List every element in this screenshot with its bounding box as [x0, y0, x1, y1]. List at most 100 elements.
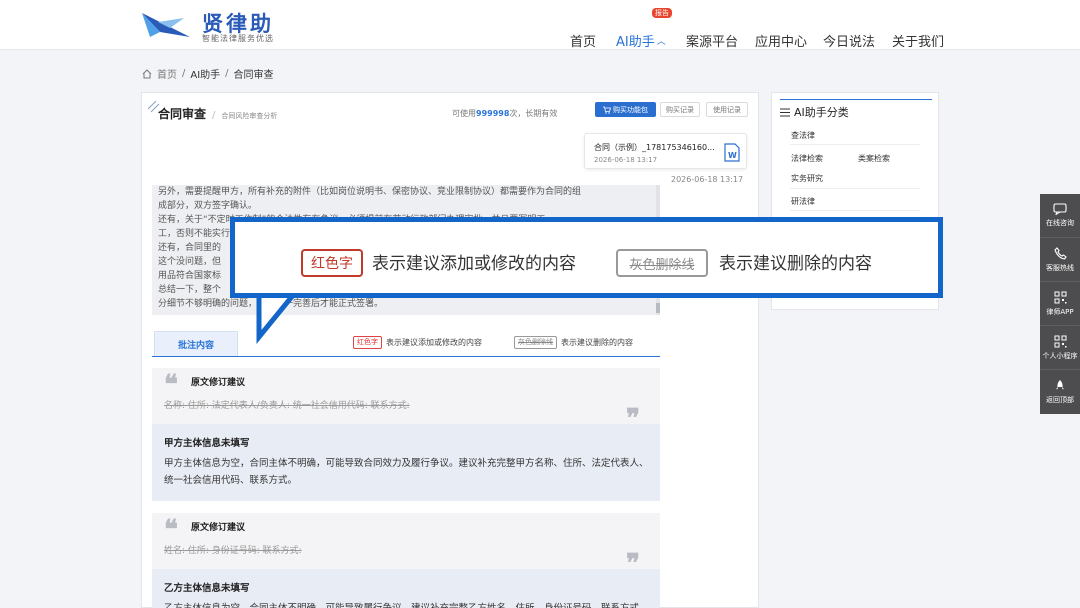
side-item-study-law[interactable]: 研法律	[791, 196, 815, 207]
breadcrumb: 首页 / AI助手 / 合同审查	[142, 66, 274, 81]
deleted-text: 名称: 住所: 法定代表人/负责人: 统一社会信用代码: 联系方式:	[164, 401, 410, 411]
nav-app-center[interactable]: 应用中心	[755, 15, 807, 65]
page-subtitle: 合同风险审查分析	[221, 112, 278, 120]
float-label: 客服热线	[1046, 263, 1074, 272]
nav-ai-assistant-label: AI助手	[616, 34, 655, 50]
home-icon	[142, 68, 152, 78]
purchase-record-button[interactable]: 购买记录	[660, 102, 700, 117]
callout-gray-tag: 灰色删除线	[616, 249, 708, 277]
legend-callout: 红色字 表示建议添加或修改的内容 灰色删除线 表示建议删除的内容	[230, 217, 943, 298]
svg-text:W: W	[728, 151, 737, 160]
file-date: 2026-06-18 13:17	[594, 156, 658, 164]
float-label: 律师APP	[1046, 307, 1074, 316]
phone-icon	[1053, 246, 1067, 260]
nav-ai-assistant[interactable]: AI助手 ︿	[616, 15, 666, 65]
float-label: 返回顶部	[1046, 396, 1074, 404]
nav-about[interactable]: 关于我们	[892, 15, 944, 65]
breadcrumb-ai[interactable]: AI助手	[190, 66, 220, 81]
message-timestamp: 2026-06-18 13:17	[671, 175, 744, 184]
float-hotline[interactable]: 客服热线	[1040, 238, 1080, 282]
cart-icon	[603, 106, 611, 114]
legend-red: 红色字 表示建议添加或修改的内容	[353, 336, 482, 349]
avail-prefix: 可使用	[452, 109, 476, 118]
panel-title-row: 合同审查 / 合同风险审查分析	[158, 105, 277, 122]
usage-record-button[interactable]: 使用记录	[706, 102, 748, 117]
float-mini-program[interactable]: 个人小程序	[1040, 326, 1080, 370]
side-item-practice[interactable]: 实务研究	[791, 173, 823, 184]
legend-gray-tag: 灰色删除线	[514, 336, 557, 349]
right-float-bar: 在线咨询 客服热线 律师APP 个人小程序 返回顶部	[1040, 194, 1080, 414]
float-lawyer-app[interactable]: 律师APP	[1040, 282, 1080, 326]
top-header: 贤律助 智能法律服务优选 首页 AI助手 ︿ 报告 案源平台 应用中心 今日说法 …	[0, 0, 1080, 50]
qr-icon	[1054, 291, 1066, 303]
uploaded-file-card[interactable]: 合同（示例）_178175346160... 2026-06-18 13:17 …	[584, 133, 747, 169]
qr-icon	[1054, 335, 1066, 347]
analysis-line: 另外，需要提醒甲方，所有补充的附件（比如岗位说明书、保密协议、竞业限制协议）都需…	[158, 187, 582, 197]
issue-body: 甲方主体信息为空，合同主体不明确，可能导致合同效力及履行争议。建议补充完整甲方名…	[164, 458, 649, 486]
avail-suffix: 次，长期有效	[509, 109, 558, 118]
divider	[790, 188, 920, 189]
logo-mark-icon	[142, 13, 190, 37]
issue-title: 乙方主体信息未填写	[164, 583, 250, 594]
analysis-line: 分细节不够明确的问题，需要逐一完善后才能正式签署。	[158, 297, 654, 311]
divider	[790, 210, 920, 211]
word-file-icon: W	[724, 143, 740, 162]
float-label: 在线咨询	[1046, 219, 1074, 227]
float-back-to-top[interactable]: 返回顶部	[1040, 370, 1080, 414]
brand-logo[interactable]: 贤律助 智能法律服务优选	[140, 6, 310, 44]
issue-body: 乙方主体信息为空，合同主体不明确，可能导致履行争议。建议补充完整乙方姓名、住所、…	[164, 600, 652, 608]
chevron-up-icon: ︿	[656, 36, 666, 47]
tab-annotations[interactable]: 批注内容	[154, 331, 238, 356]
open-quote-icon: ❝	[164, 515, 178, 545]
brand-slogan: 智能法律服务优选	[202, 34, 274, 43]
callout-gray-text: 表示建议删除的内容	[719, 254, 872, 274]
breadcrumb-current: 合同审查	[233, 70, 274, 81]
analysis-line: 成部分，双方签字确认。	[158, 201, 258, 211]
side-item-law-search[interactable]: 法律检索	[791, 153, 823, 164]
side-item-lookup-law[interactable]: 查法律	[791, 130, 815, 141]
float-label: 个人小程序	[1042, 351, 1078, 360]
chat-icon	[1053, 203, 1067, 215]
nav-home[interactable]: 首页	[570, 15, 596, 65]
avail-count: 999998	[476, 109, 510, 118]
file-name: 合同（示例）_178175346160...	[594, 143, 715, 152]
breadcrumb-separator: /	[225, 68, 229, 79]
tab-underline	[152, 356, 660, 357]
buy-package-label: 购买功能包	[613, 105, 648, 114]
callout-red-text: 表示建议添加或修改的内容	[372, 254, 576, 274]
list-icon	[780, 108, 790, 116]
breadcrumb-separator: /	[182, 68, 186, 79]
issue-card: 乙方主体信息未填写 乙方主体信息为空，合同主体不明确，可能导致履行争议。建议补充…	[152, 569, 660, 608]
breadcrumb-home[interactable]: 首页	[157, 66, 177, 81]
divider	[790, 144, 920, 145]
issue-title: 甲方主体信息未填写	[164, 438, 250, 449]
rocket-icon	[1056, 380, 1064, 390]
revision-title: 原文修订建议	[191, 378, 246, 388]
hot-badge: 报告	[652, 8, 672, 18]
nav-case-platform[interactable]: 案源平台	[686, 15, 738, 65]
buy-package-button[interactable]: 购买功能包	[595, 102, 656, 117]
legend-gray-text: 表示建议删除的内容	[561, 338, 633, 347]
side-top-line	[780, 99, 932, 100]
nav-today-law[interactable]: 今日说法	[823, 15, 875, 65]
side-title: AI助手分类	[780, 104, 849, 120]
scrollbar-thumb[interactable]	[656, 303, 660, 313]
page-title: 合同审查	[158, 107, 207, 121]
legend-red-tag: 红色字	[353, 336, 382, 349]
issue-card: 甲方主体信息未填写 甲方主体信息为空，合同主体不明确，可能导致合同效力及履行争议…	[152, 424, 660, 501]
float-online-consult[interactable]: 在线咨询	[1040, 194, 1080, 238]
side-title-text: AI助手分类	[794, 106, 849, 119]
revision-title: 原文修订建议	[191, 523, 246, 533]
usage-availability: 可使用999998次，长期有效	[452, 108, 557, 119]
revision-card: ❝ 原文修订建议 姓名: 住所: 身份证号码: 联系方式: ❞	[152, 513, 660, 577]
open-quote-icon: ❝	[164, 370, 178, 400]
callout-pointer	[256, 290, 296, 344]
contract-review-panel: 合同审查 / 合同风险审查分析 可使用999998次，长期有效 购买功能包 购买…	[141, 92, 759, 608]
deleted-text: 姓名: 住所: 身份证号码: 联系方式:	[164, 546, 302, 556]
title-separator: /	[212, 110, 216, 121]
revision-card: ❝ 原文修订建议 名称: 住所: 法定代表人/负责人: 统一社会信用代码: 联系…	[152, 368, 660, 432]
side-item-case-search[interactable]: 类案检索	[858, 153, 890, 164]
legend-gray: 灰色删除线 表示建议删除的内容	[514, 336, 633, 349]
callout-red-tag: 红色字	[301, 249, 363, 277]
legend-red-text: 表示建议添加或修改的内容	[386, 338, 482, 347]
